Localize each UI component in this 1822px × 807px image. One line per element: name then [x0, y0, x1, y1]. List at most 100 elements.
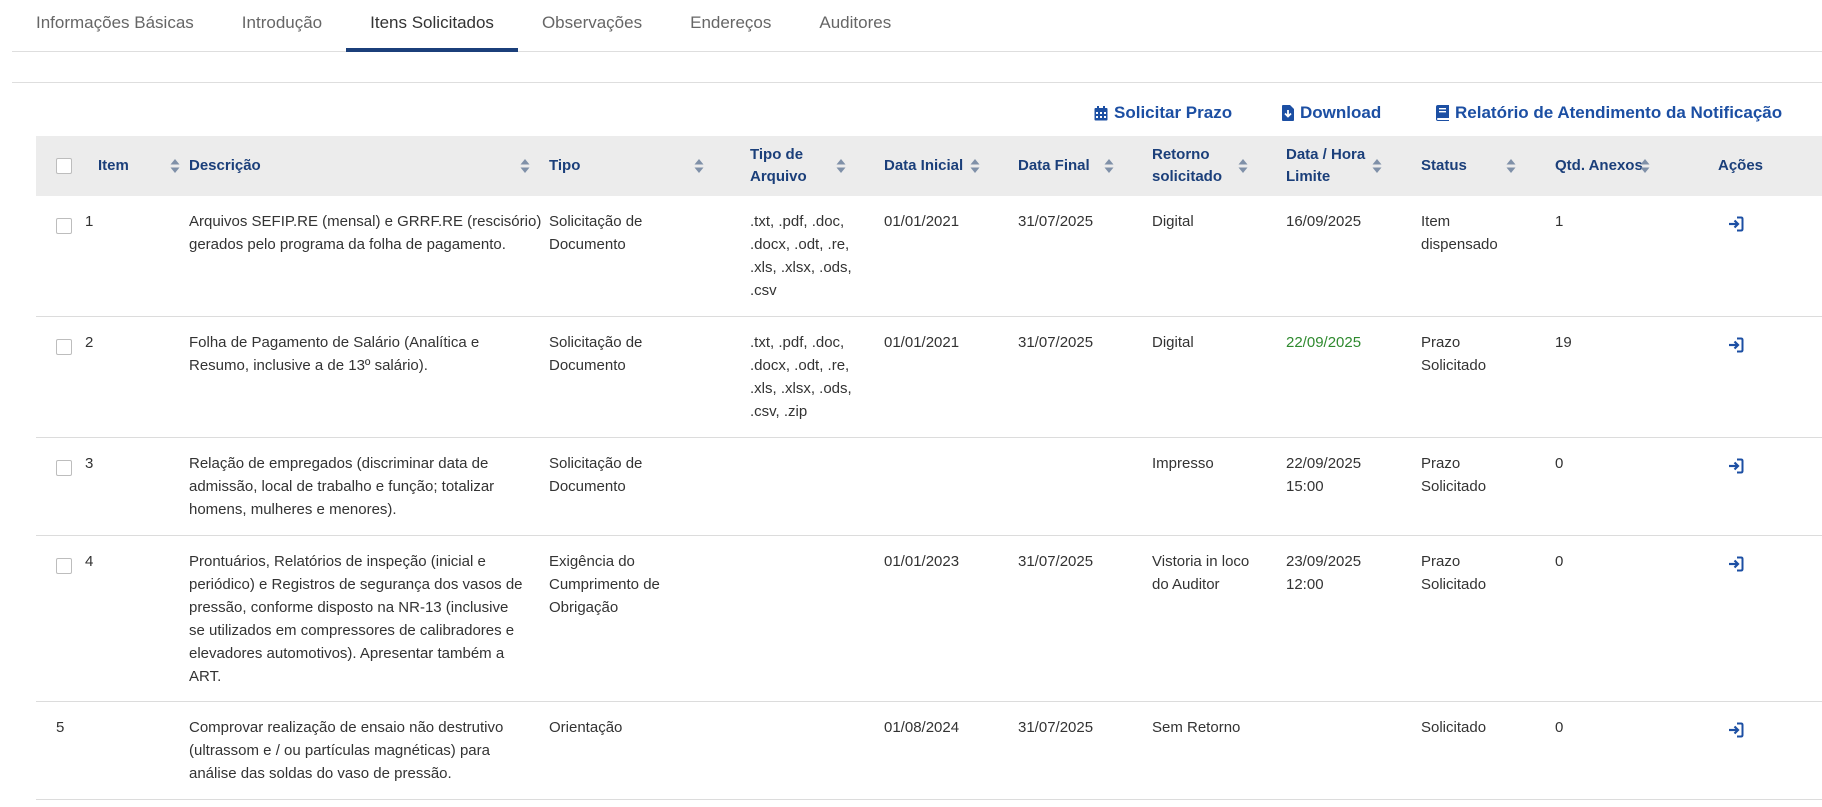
tipo-arquivo-cell-line: .txt, .pdf, .doc,	[750, 213, 845, 230]
tab-5[interactable]: Auditores	[795, 0, 915, 52]
tipo-cell: Orientação	[549, 716, 622, 739]
table-header: Item Descrição Tipo Tipo de Arquivo Data …	[36, 136, 1822, 196]
limite-cell-line: 12:00	[1286, 576, 1324, 593]
col-header-tipo-arquivo[interactable]: Tipo de Arquivo	[750, 136, 807, 196]
sort-icon[interactable]	[694, 158, 704, 174]
tipo-arquivo-cell-line: .csv, .zip	[750, 403, 808, 420]
sign-in-arrow-icon[interactable]	[1728, 216, 1744, 237]
sort-icon[interactable]	[1506, 158, 1516, 174]
descricao-cell: Prontuários, Relatórios de inspeção (ini…	[189, 550, 523, 688]
limite-cell-line: 15:00	[1286, 478, 1324, 495]
tipo-arquivo-cell-line: .csv	[750, 282, 777, 299]
row-checkbox[interactable]	[56, 558, 72, 574]
tipo-cell-line: Solicitação de	[549, 455, 643, 472]
select-all-checkbox[interactable]	[56, 158, 72, 174]
descricao-cell-line: homens, mulheres e menores).	[189, 501, 397, 518]
item-number: 4	[85, 553, 94, 570]
row-checkbox[interactable]	[56, 460, 72, 476]
status-cell-line: dispensado	[1421, 236, 1498, 253]
tipo-cell: Solicitação de Documento	[549, 331, 642, 377]
col-header-acoes: Ações	[1718, 136, 1763, 196]
sign-in-arrow-icon[interactable]	[1728, 722, 1744, 743]
descricao-cell-line: pressão, conforme disposto na NR-13 (inc…	[189, 599, 509, 616]
item-number: 5	[56, 719, 65, 736]
sign-in-arrow-icon[interactable]	[1728, 337, 1744, 358]
tipo-cell-line: Solicitação de	[549, 213, 643, 230]
tipo-cell-line: Solicitação de	[549, 334, 643, 351]
tipo-arquivo-cell-line: .docx, .odt, .re,	[750, 236, 850, 253]
tipo-arquivo-cell: .txt, .pdf, .doc, .docx, .odt, .re, .xls, …	[750, 331, 852, 423]
col-limite-label-1: Data / Hora	[1286, 146, 1366, 163]
action-bar: Solicitar Prazo Download Relatório de At…	[0, 103, 1822, 127]
table-row: 3 Relação de empregados (discriminar data…	[36, 438, 1822, 536]
anexos-cell: 1	[1555, 213, 1564, 230]
col-header-descricao[interactable]: Descrição	[189, 136, 261, 196]
retorno-cell-line: do Auditor	[1152, 576, 1220, 593]
sort-icon[interactable]	[1238, 158, 1248, 174]
descricao-cell-line: (ultrassom e / ou partículas magnéticas)…	[189, 742, 490, 759]
col-header-limite[interactable]: Data / Hora Limite	[1286, 136, 1365, 196]
descricao-cell: Arquivos SEFIP.RE (mensal) e GRRF.RE (re…	[189, 210, 541, 256]
sort-icon[interactable]	[170, 158, 180, 174]
file-download-icon	[1282, 105, 1294, 121]
tipo-arquivo-cell-line: .xls, .xlsx, .ods,	[750, 380, 852, 397]
sort-icon[interactable]	[836, 158, 846, 174]
sort-icon[interactable]	[1640, 158, 1650, 174]
data-final-cell: 31/07/2025	[1018, 213, 1094, 230]
retorno-cell: Digital	[1152, 331, 1194, 354]
tipo-cell-line: Obrigação	[549, 599, 619, 616]
row-checkbox[interactable]	[56, 339, 72, 355]
table-row: 1 Arquivos SEFIP.RE (mensal) e GRRF.RE (r…	[36, 196, 1822, 317]
relatorio-button[interactable]: Relatório de Atendimento da Notificação	[1436, 103, 1782, 123]
col-header-data-inicial[interactable]: Data Inicial	[884, 136, 963, 196]
col-tipo-label: Tipo	[549, 157, 581, 174]
sort-icon[interactable]	[1372, 158, 1382, 174]
tab-4[interactable]: Endereços	[666, 0, 795, 52]
col-header-retorno[interactable]: Retorno solicitado	[1152, 136, 1222, 196]
sort-icon[interactable]	[520, 158, 530, 174]
data-inicial-cell: 01/01/2021	[884, 213, 960, 230]
descricao-cell-line: Relação de empregados (discriminar data …	[189, 455, 489, 472]
anexos-cell: 0	[1555, 455, 1564, 472]
tab-2[interactable]: Itens Solicitados	[346, 0, 518, 52]
status-cell-line: Prazo	[1421, 553, 1461, 570]
limite-cell: 16/09/2025	[1286, 210, 1361, 233]
descricao-cell: Relação de empregados (discriminar data …	[189, 452, 494, 521]
table-body: 1 Arquivos SEFIP.RE (mensal) e GRRF.RE (r…	[36, 196, 1822, 800]
col-header-data-final[interactable]: Data Final	[1018, 136, 1090, 196]
col-header-item[interactable]: Item	[98, 136, 129, 196]
col-tipo-arquivo-label-1: Tipo de	[750, 146, 804, 163]
retorno-cell: Digital	[1152, 210, 1194, 233]
col-header-tipo[interactable]: Tipo	[549, 136, 580, 196]
descricao-cell-line: se utilizados em compressores de calibra…	[189, 622, 515, 639]
solicitar-prazo-button[interactable]: Solicitar Prazo	[1094, 103, 1232, 123]
retorno-cell-line: Sem Retorno	[1152, 719, 1241, 736]
descricao-cell-line: análise das soldas do vaso de pressão.	[189, 765, 452, 782]
tab-bar: Informações Básicas Introdução Itens Solic…	[12, 0, 1822, 52]
sign-in-arrow-icon[interactable]	[1728, 458, 1744, 479]
row-checkbox[interactable]	[56, 218, 72, 234]
tab-0[interactable]: Informações Básicas	[12, 0, 218, 52]
download-button[interactable]: Download	[1282, 103, 1381, 123]
col-data-inicial-label: Data Inicial	[884, 157, 964, 174]
section-divider	[12, 82, 1822, 83]
sort-icon[interactable]	[970, 158, 980, 174]
tipo-cell-line: Documento	[549, 357, 626, 374]
retorno-cell-line: Impresso	[1152, 455, 1214, 472]
col-header-status[interactable]: Status	[1421, 136, 1467, 196]
descricao-cell-line: admissão, local de trabalho e função; to…	[189, 478, 495, 495]
limite-cell-line: 16/09/2025	[1286, 213, 1362, 230]
table-row: 5 Comprovar realização de ensaio não dest…	[36, 702, 1822, 800]
descricao-cell-line: Arquivos SEFIP.RE (mensal) e GRRF.RE (re…	[189, 213, 542, 230]
tab-3[interactable]: Observações	[518, 0, 666, 52]
data-inicial-cell: 01/01/2021	[884, 334, 960, 351]
sort-icon[interactable]	[1104, 158, 1114, 174]
anexos-cell: 19	[1555, 334, 1572, 351]
col-data-final-label: Data Final	[1018, 157, 1090, 174]
col-acoes-label: Ações	[1718, 157, 1764, 174]
sign-in-arrow-icon[interactable]	[1728, 556, 1744, 577]
items-table: Item Descrição Tipo Tipo de Arquivo Data …	[36, 136, 1822, 800]
col-header-anexos[interactable]: Qtd. Anexos	[1555, 136, 1643, 196]
tab-1[interactable]: Introdução	[218, 0, 346, 52]
limite-cell-line: 22/09/2025	[1286, 455, 1362, 472]
